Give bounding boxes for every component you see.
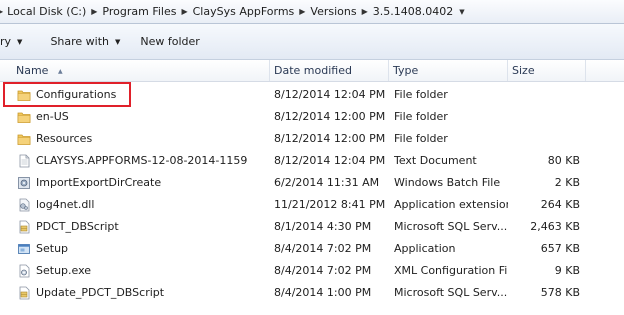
column-header-date-label: Date modified xyxy=(274,64,352,77)
column-header-name-label: Name xyxy=(16,64,49,77)
column-header-date[interactable]: Date modified xyxy=(270,60,389,81)
file-name: PDCT_DBScript xyxy=(36,220,119,233)
file-row[interactable]: Configurations 8/12/2014 12:04 PM File f… xyxy=(0,84,624,106)
share-with-button[interactable]: Share with ▼ xyxy=(46,31,124,53)
file-date: 6/2/2014 11:31 AM xyxy=(274,176,380,189)
file-name: ImportExportDirCreate xyxy=(36,176,162,189)
breadcrumb-separator-icon[interactable]: ▶ xyxy=(299,7,305,16)
breadcrumb-item-version[interactable]: 3.5.1408.0402 xyxy=(373,5,453,18)
chevron-down-icon: ▼ xyxy=(17,37,23,46)
file-name: Update_PDCT_DBScript xyxy=(36,286,165,299)
command-toolbar: ry ▼ Share with ▼ New folder xyxy=(0,24,624,60)
folder-icon xyxy=(17,112,31,123)
file-row[interactable]: Resources 8/12/2014 12:00 PM File folder xyxy=(0,128,624,150)
breadcrumb-item-claysys-appforms[interactable]: ClaySys AppForms xyxy=(193,5,295,18)
column-header-type[interactable]: Type xyxy=(389,60,508,81)
text-document-icon xyxy=(19,154,30,168)
column-header-type-label: Type xyxy=(393,64,419,77)
file-date: 8/12/2014 12:00 PM xyxy=(274,110,386,123)
file-row[interactable]: PDCT_DBScript 8/1/2014 4:30 PM Microsoft… xyxy=(0,216,624,238)
file-row[interactable]: Update_PDCT_DBScript 8/4/2014 1:00 PM Mi… xyxy=(0,282,624,304)
file-type: Microsoft SQL Serv... xyxy=(394,286,508,299)
sql-file-icon xyxy=(19,286,30,300)
file-size: 2,463 KB xyxy=(530,220,580,233)
file-size: 657 KB xyxy=(540,242,580,255)
new-folder-label: New folder xyxy=(140,35,200,48)
breadcrumb-separator-icon[interactable]: ▶ xyxy=(362,7,368,16)
file-date: 8/12/2014 12:04 PM xyxy=(274,88,386,101)
file-name: Setup xyxy=(36,242,69,255)
dll-file-icon xyxy=(19,198,30,212)
file-date: 8/4/2014 7:02 PM xyxy=(274,264,372,277)
column-header-size[interactable]: Size xyxy=(508,60,586,81)
organize-label: ry xyxy=(0,35,12,48)
file-type: Microsoft SQL Serv... xyxy=(394,220,508,233)
new-folder-button[interactable]: New folder xyxy=(136,31,203,53)
breadcrumb-separator-icon[interactable]: ▶ xyxy=(0,7,3,16)
file-date: 8/4/2014 1:00 PM xyxy=(274,286,372,299)
column-header-size-label: Size xyxy=(512,64,535,77)
config-file-icon xyxy=(19,264,30,278)
file-size xyxy=(512,128,580,150)
file-date: 11/21/2012 8:41 PM xyxy=(274,198,386,211)
file-size: 264 KB xyxy=(540,198,580,211)
file-size xyxy=(512,106,580,128)
breadcrumb-separator-icon[interactable]: ▶ xyxy=(91,7,97,16)
folder-icon xyxy=(17,90,31,101)
file-size xyxy=(512,84,580,106)
organize-button[interactable]: ry ▼ xyxy=(0,31,26,53)
breadcrumb-separator-icon[interactable]: ▶ xyxy=(181,7,187,16)
batch-file-icon xyxy=(18,177,30,189)
file-date: 8/1/2014 4:30 PM xyxy=(274,220,372,233)
file-size: 80 KB xyxy=(547,154,580,167)
file-type: Application xyxy=(394,242,456,255)
file-date: 8/12/2014 12:00 PM xyxy=(274,132,386,145)
file-name: Resources xyxy=(36,132,93,145)
file-type: XML Configuration File xyxy=(394,264,508,277)
chevron-down-icon[interactable]: ▼ xyxy=(459,8,464,16)
file-list: Configurations 8/12/2014 12:04 PM File f… xyxy=(0,84,624,304)
sort-ascending-icon: ▲ xyxy=(57,67,63,75)
chevron-down-icon: ▼ xyxy=(115,37,121,46)
application-icon xyxy=(18,244,30,254)
file-row[interactable]: en-US 8/12/2014 12:00 PM File folder xyxy=(0,106,624,128)
column-header: Name ▲ Date modified Type Size xyxy=(0,60,624,82)
file-name: CLAYSYS.APPFORMS-12-08-2014-1159 xyxy=(36,154,248,167)
share-with-label: Share with xyxy=(50,35,110,48)
file-row[interactable]: Setup 8/4/2014 7:02 PM Application 657 K… xyxy=(0,238,624,260)
file-date: 8/4/2014 7:02 PM xyxy=(274,242,372,255)
sql-file-icon xyxy=(19,220,30,234)
address-bar[interactable]: ▶ Local Disk (C:) ▶ Program Files ▶ Clay… xyxy=(0,0,624,24)
file-name: Configurations xyxy=(36,88,117,101)
explorer-window: ▶ Local Disk (C:) ▶ Program Files ▶ Clay… xyxy=(0,0,624,315)
file-name: en-US xyxy=(36,110,69,123)
file-date: 8/12/2014 12:04 PM xyxy=(274,154,386,167)
breadcrumb-item-local-disk[interactable]: Local Disk (C:) xyxy=(7,5,86,18)
file-type: Application extension xyxy=(394,198,508,211)
column-header-name[interactable]: Name ▲ xyxy=(0,60,270,81)
file-size: 578 KB xyxy=(540,286,580,299)
file-name: Setup.exe xyxy=(36,264,92,277)
file-type: File folder xyxy=(394,88,448,101)
file-row[interactable]: ImportExportDirCreate 6/2/2014 11:31 AM … xyxy=(0,172,624,194)
file-size: 2 KB xyxy=(554,176,580,189)
breadcrumb-item-program-files[interactable]: Program Files xyxy=(102,5,176,18)
file-type: File folder xyxy=(394,132,448,145)
folder-icon xyxy=(17,134,31,145)
file-type: Text Document xyxy=(394,154,477,167)
file-type: File folder xyxy=(394,110,448,123)
file-row[interactable]: Setup.exe 8/4/2014 7:02 PM XML Configura… xyxy=(0,260,624,282)
breadcrumb-item-versions[interactable]: Versions xyxy=(310,5,356,18)
file-row[interactable]: log4net.dll 11/21/2012 8:41 PM Applicati… xyxy=(0,194,624,216)
file-row[interactable]: CLAYSYS.APPFORMS-12-08-2014-1159 8/12/20… xyxy=(0,150,624,172)
file-type: Windows Batch File xyxy=(394,176,501,189)
file-size: 9 KB xyxy=(554,264,580,277)
file-name: log4net.dll xyxy=(36,198,95,211)
